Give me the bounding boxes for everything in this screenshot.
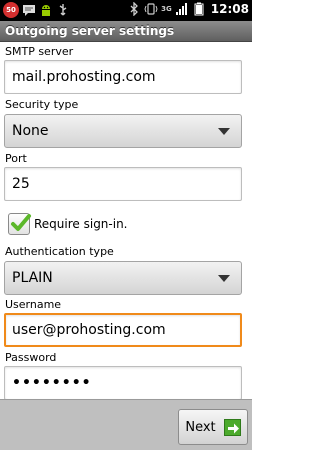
status-bar: 50 3G 12:08 (0, 0, 252, 21)
bluetooth-icon (130, 2, 139, 16)
dropdown-arrow-icon (218, 128, 230, 135)
signal-icon (175, 3, 187, 15)
smtp-server-input[interactable]: mail.prohosting.com (4, 60, 242, 94)
auth-type-label: Authentication type (5, 245, 114, 258)
next-button-label: Next (185, 419, 216, 435)
port-label: Port (5, 152, 27, 165)
require-signin-row[interactable]: Require sign-in. (8, 212, 128, 236)
battery-icon (194, 2, 204, 16)
arrow-right-icon (223, 418, 241, 436)
require-signin-checkbox[interactable] (8, 213, 31, 235)
next-button[interactable]: Next (178, 409, 248, 445)
security-type-dropdown[interactable]: None (4, 114, 242, 148)
status-bar-right: 3G 12:08 (127, 2, 249, 16)
username-label: Username (5, 298, 62, 311)
dropdown-arrow-icon (218, 275, 230, 282)
network-type-label: 3G (161, 5, 172, 13)
android-icon (42, 5, 50, 16)
checkmark-icon (11, 214, 31, 231)
auth-type-dropdown[interactable]: PLAIN (4, 261, 242, 295)
clock: 12:08 (210, 2, 249, 16)
notification-badge-icon: 50 (3, 2, 19, 18)
usb-icon (59, 4, 67, 16)
require-signin-label: Require sign-in. (34, 217, 128, 231)
status-bar-left: 50 (3, 2, 70, 18)
security-type-label: Security type (5, 98, 79, 111)
smtp-server-label: SMTP server (5, 45, 74, 58)
port-input[interactable]: 25 (4, 167, 242, 201)
auth-type-value: PLAIN (12, 270, 53, 286)
username-input[interactable]: user@prohosting.com (4, 313, 242, 347)
message-icon (23, 5, 35, 16)
password-label: Password (5, 351, 57, 364)
password-input[interactable]: •••••••• (4, 366, 242, 400)
title-bar: Outgoing server settings (0, 21, 252, 42)
bottom-action-bar: Next (0, 399, 252, 450)
vibrate-icon (144, 3, 158, 15)
page-title: Outgoing server settings (5, 24, 175, 38)
security-type-value: None (12, 123, 49, 139)
